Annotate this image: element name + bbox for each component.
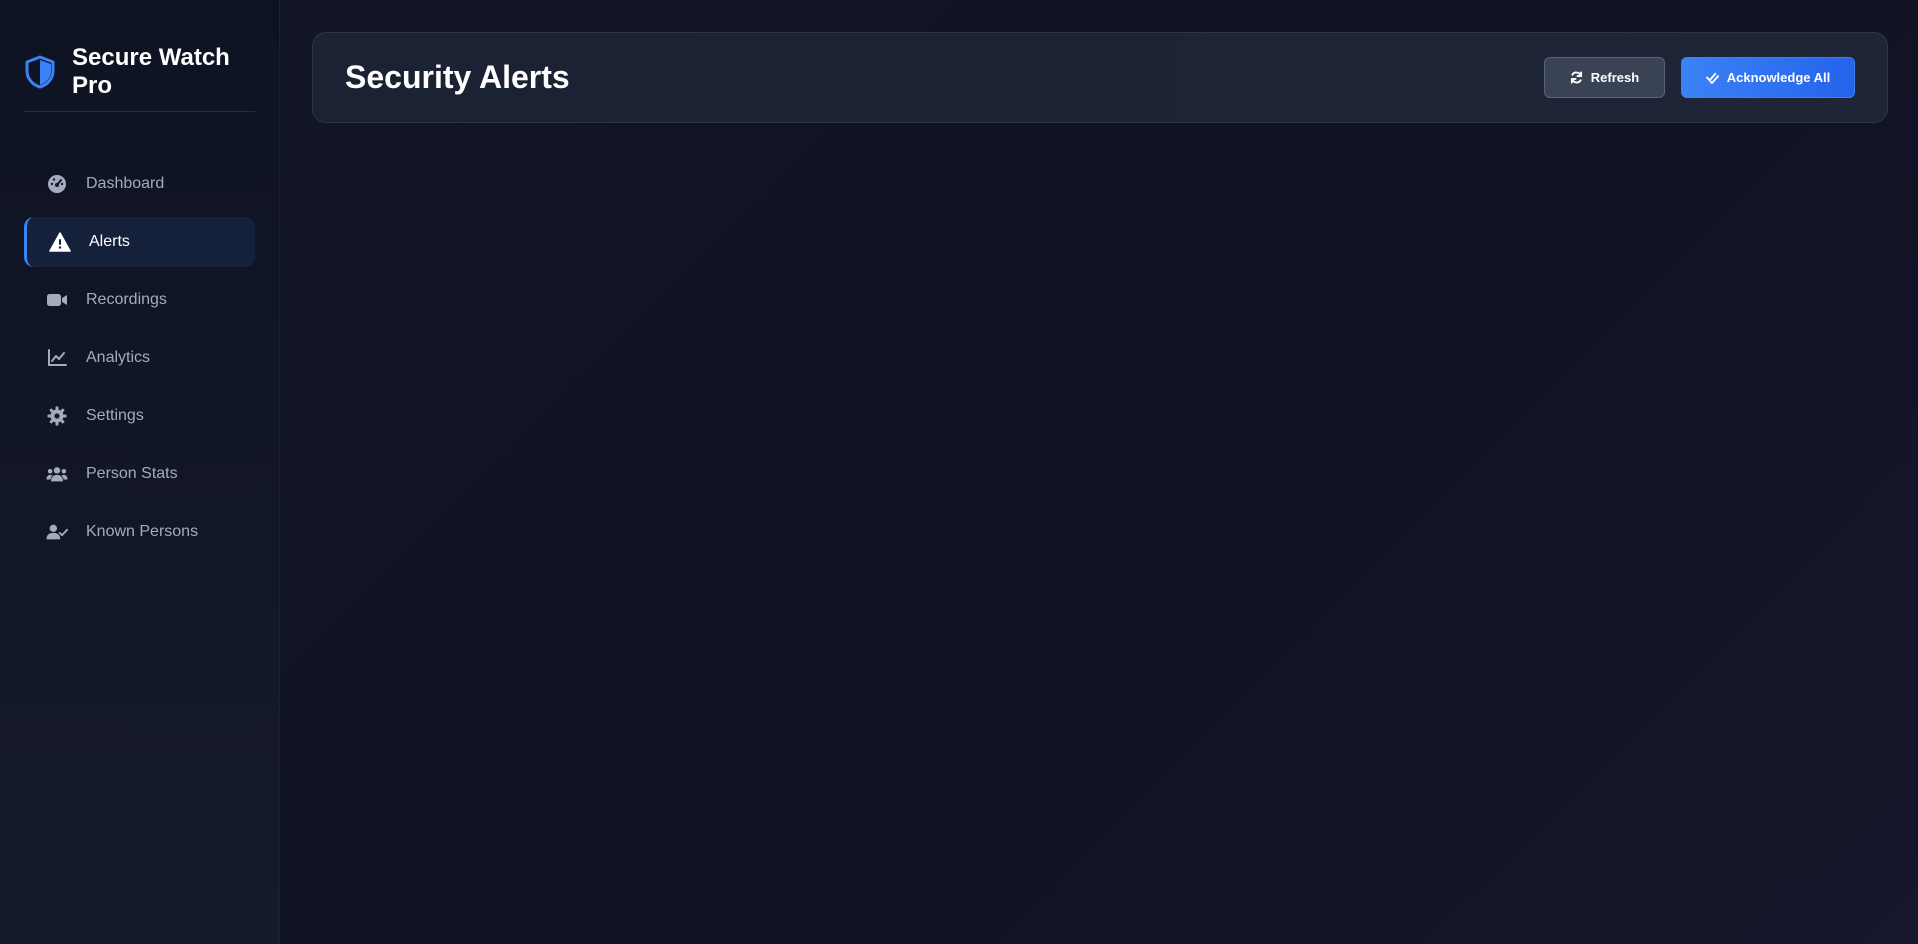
dashboard-gauge-icon [46,174,68,194]
sidebar-item-settings[interactable]: Settings [24,391,255,441]
sidebar: Secure Watch Pro Dashboard Alerts Record… [0,0,280,944]
video-camera-icon [46,290,68,310]
header-actions: Refresh Acknowledge All [1544,57,1855,98]
double-check-icon [1705,71,1719,84]
sidebar-item-dashboard[interactable]: Dashboard [24,159,255,209]
page-title: Security Alerts [345,59,570,95]
main-content: Security Alerts Refresh Acknowledge All [280,0,1918,944]
page-header: Security Alerts Refresh Acknowledge All [312,32,1888,123]
sidebar-nav: Dashboard Alerts Recordings Analytics Se… [24,159,255,557]
shield-icon [24,55,56,89]
sidebar-item-known-persons[interactable]: Known Persons [24,507,255,557]
sidebar-item-person-stats[interactable]: Person Stats [24,449,255,499]
sidebar-item-label: Person Stats [86,465,178,482]
warning-triangle-icon [49,232,71,252]
sidebar-item-recordings[interactable]: Recordings [24,275,255,325]
sidebar-item-alerts[interactable]: Alerts [24,217,255,267]
line-chart-icon [46,348,68,368]
brand-name: Secure Watch Pro [72,44,230,99]
sidebar-item-label: Known Persons [86,523,199,540]
sidebar-item-label: Alerts [89,233,130,250]
sidebar-item-label: Settings [86,407,144,424]
brand: Secure Watch Pro [24,0,255,112]
refresh-button[interactable]: Refresh [1544,57,1665,98]
acknowledge-all-button[interactable]: Acknowledge All [1681,57,1855,98]
acknowledge-all-button-label: Acknowledge All [1726,70,1831,85]
refresh-icon [1570,71,1583,84]
sidebar-item-analytics[interactable]: Analytics [24,333,255,383]
gear-icon [46,406,68,426]
refresh-button-label: Refresh [1590,70,1640,85]
sidebar-item-label: Recordings [86,291,167,308]
users-icon [46,464,68,484]
sidebar-item-label: Analytics [86,349,151,366]
user-check-icon [46,522,68,542]
app-root: Secure Watch Pro Dashboard Alerts Record… [0,0,1918,944]
sidebar-item-label: Dashboard [86,175,165,192]
